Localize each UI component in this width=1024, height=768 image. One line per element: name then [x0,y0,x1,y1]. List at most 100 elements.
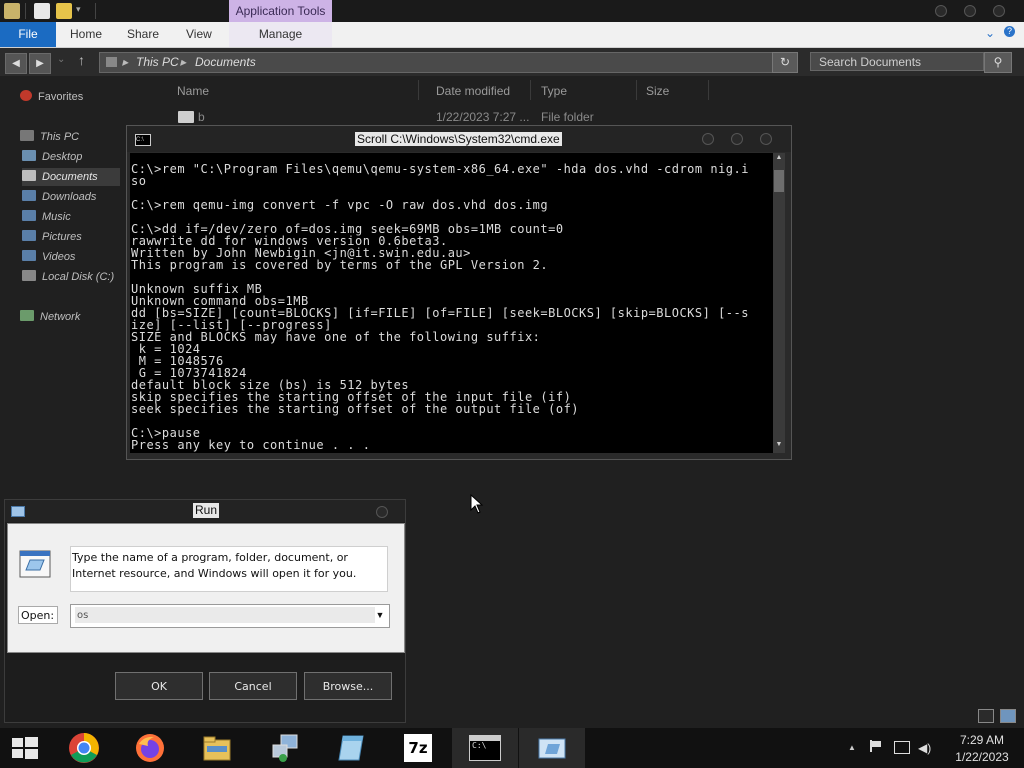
search-input[interactable]: Search Documents [810,52,984,71]
back-button[interactable]: ◀ [5,53,27,74]
minimize-button[interactable] [935,5,947,17]
chrome-icon [69,733,99,763]
folder-icon [178,111,194,123]
nav-pictures[interactable]: Pictures [22,228,82,246]
taskbar-chrome[interactable] [51,728,117,768]
clock-time: 7:29 AM [959,733,1005,747]
search-icon[interactable]: ⚲ [984,52,1012,73]
videos-folder-icon [22,250,36,261]
taskbar-command-prompt[interactable]: C:\ [452,728,518,768]
large-icons-view-icon[interactable] [1000,709,1016,723]
taskbar-notepad[interactable] [318,728,384,768]
nav-favorites[interactable]: Favorites [20,88,83,106]
tab-file[interactable]: File [0,22,56,47]
network-tray-icon[interactable] [894,741,910,754]
app-tools-group-label: Application Tools [229,0,332,22]
action-center-flag-icon[interactable] [870,740,884,752]
show-hidden-icons-icon[interactable]: ▲ [848,743,856,752]
forward-button[interactable]: ▶ [29,53,51,74]
column-date-modified[interactable]: Date modified [436,82,510,100]
cmd-close-button[interactable] [760,133,772,145]
nav-network[interactable]: Network [20,308,80,326]
new-folder-icon[interactable] [56,3,72,19]
taskbar-run[interactable] [519,728,585,768]
column-divider [636,80,637,100]
nav-desktop[interactable]: Desktop [22,148,82,166]
nav-downloads[interactable]: Downloads [22,188,96,206]
recent-locations-icon[interactable]: ⌄ [57,54,65,65]
properties-icon[interactable] [34,3,50,19]
file-name[interactable]: b [198,110,205,124]
windows-logo-icon [12,737,38,759]
scroll-down-arrow-icon[interactable]: ▼ [774,441,784,451]
column-name[interactable]: Name [177,82,209,100]
customize-qa-chevron-icon[interactable]: ▾ [76,4,81,15]
cancel-button[interactable]: Cancel [209,672,297,700]
maximize-button[interactable] [964,5,976,17]
taskbar-file-explorer[interactable] [184,728,250,768]
music-folder-icon [22,210,36,221]
ok-button[interactable]: OK [115,672,203,700]
tab-manage[interactable]: Manage [229,22,332,47]
open-input[interactable] [75,607,375,623]
nav-this-pc[interactable]: This PC [20,128,79,146]
console-text: C:\>rem "C:\Program Files\qemu\qemu-syst… [131,162,749,452]
cmd-scrollbar-thumb[interactable] [774,170,784,192]
column-type[interactable]: Type [541,82,567,100]
cmd-window[interactable]: C:\ Scroll C:\Windows\System32\cmd.exe C… [126,125,792,460]
nav-music-label: Music [42,211,71,223]
scroll-up-arrow-icon[interactable]: ▲ [774,154,784,164]
details-view-icon[interactable] [978,709,994,723]
nav-music[interactable]: Music [22,208,71,226]
cmd-window-icon: C:\ [135,134,151,146]
taskbar-7zip[interactable]: 7z [385,728,451,768]
close-button[interactable] [993,5,1005,17]
breadcrumb-this-pc[interactable]: This PC [136,53,179,72]
cmd-scrollbar[interactable]: ▲ ▼ [773,153,785,453]
nav-network-label: Network [40,311,81,323]
run-dialog-title: Run [193,503,220,518]
mouse-pointer-icon [470,494,484,514]
run-window-icon [11,506,25,517]
help-icon[interactable]: ? [1004,26,1015,37]
up-arrow-icon[interactable]: ↑ [78,52,85,68]
desktop-folder-icon [22,150,36,161]
this-pc-icon [106,57,117,67]
taskbar-firefox[interactable] [117,728,183,768]
browse-button[interactable]: Browse... [304,672,392,700]
run-close-button[interactable] [376,506,388,518]
drive-icon [22,270,36,281]
command-prompt-icon: C:\ [469,735,501,761]
breadcrumb-separator: ▸ [180,55,187,69]
file-explorer-icon [203,736,231,761]
run-dialog[interactable]: Run Type the name of a program, folder, … [4,499,406,723]
command-prompt-icon-text: C:\ [472,741,487,750]
tab-view[interactable]: View [186,22,212,47]
network-setup-icon [272,734,298,762]
firefox-icon [136,734,164,762]
taskbar-network-setup[interactable] [252,728,318,768]
taskbar-clock[interactable]: 7:29 AM 1/22/2023 [940,732,1024,766]
nav-documents[interactable]: Documents [22,168,120,186]
volume-icon[interactable]: ◀) [918,741,931,755]
column-size[interactable]: Size [646,82,669,100]
refresh-button[interactable]: ↻ [772,52,798,73]
tab-home[interactable]: Home [70,22,102,47]
breadcrumb-documents[interactable]: Documents [195,53,256,72]
nav-local-disk-label: Local Disk (C:) [42,271,115,283]
start-button[interactable] [0,728,50,768]
address-bar[interactable]: ▸ This PC ▸ Documents [99,52,773,73]
console-output[interactable]: C:\>rem "C:\Program Files\qemu\qemu-syst… [130,153,773,453]
cmd-minimize-button[interactable] [702,133,714,145]
cmd-maximize-button[interactable] [731,133,743,145]
file-date: 1/22/2023 7:27 ... [436,110,530,124]
nav-videos[interactable]: Videos [22,248,75,266]
tab-share[interactable]: Share [127,22,159,47]
open-dropdown-arrow-icon[interactable]: ▼ [373,608,387,622]
nav-local-disk[interactable]: Local Disk (C:) [22,268,114,286]
7zip-icon: 7z [402,732,434,764]
expand-ribbon-chevron-icon[interactable]: ⌄ [985,26,995,40]
column-divider [418,80,419,100]
open-combobox[interactable]: ▼ [70,604,390,628]
explorer-app-icon [4,3,20,19]
